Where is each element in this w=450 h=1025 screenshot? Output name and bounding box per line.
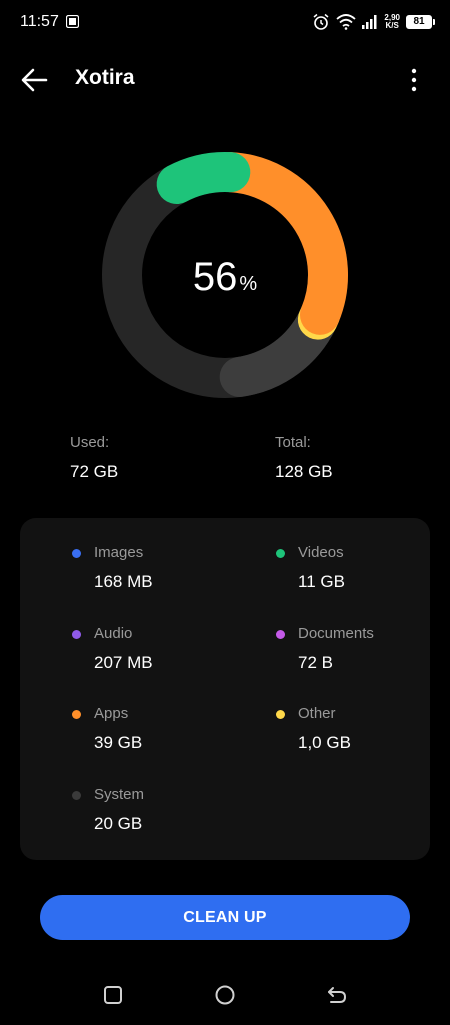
- category-dot: [276, 549, 285, 558]
- app-bar: Xotira: [0, 52, 450, 108]
- alarm-icon: [313, 13, 329, 30]
- used-label: Used:: [70, 434, 110, 451]
- storage-screen: 11:57 2,90 K/S 81 Xotira 56 % Used: 72 G…: [0, 0, 450, 1025]
- category-label: Images: [94, 544, 144, 561]
- used-value: 72 GB: [70, 462, 119, 481]
- category-value: 1,0 GB: [298, 733, 351, 752]
- usage-percent-value: 56: [192, 255, 238, 299]
- category-dot: [72, 710, 81, 719]
- square-icon[interactable]: [100, 982, 126, 1008]
- total-value: 128 GB: [275, 462, 333, 481]
- category-label: System: [94, 786, 145, 803]
- status-bar: 11:57 2,90 K/S 81: [0, 0, 450, 44]
- app-notification-icon: [66, 15, 79, 28]
- battery-indicator: 81: [406, 15, 435, 29]
- category-label: Videos: [298, 544, 344, 561]
- category-dot: [72, 630, 81, 639]
- total-label: Total:: [275, 434, 311, 451]
- category-value: 20 GB: [94, 814, 143, 833]
- category-label: Apps: [94, 705, 129, 722]
- page-title: Xotira: [75, 66, 135, 89]
- category-value: 11 GB: [298, 572, 345, 591]
- category-dot: [276, 630, 285, 639]
- category-value: 207 MB: [94, 653, 153, 672]
- donut-segment-videos: [156, 152, 251, 205]
- category-dot: [72, 791, 81, 800]
- category-label: Other: [298, 705, 336, 722]
- circle-icon[interactable]: [212, 982, 238, 1008]
- category-dot: [276, 710, 285, 719]
- category-value: 39 GB: [94, 733, 143, 752]
- usage-percent-sign: %: [239, 273, 258, 295]
- category-label: Documents: [298, 625, 374, 642]
- usage-percentage: 56%: [100, 255, 350, 300]
- more-vertical-icon[interactable]: [398, 64, 430, 96]
- return-icon[interactable]: [324, 982, 350, 1008]
- network-speed-unit: K/S: [385, 21, 399, 30]
- clean-up-button[interactable]: CLEAN UP: [40, 895, 410, 940]
- wifi-icon: [336, 14, 357, 30]
- category-value: 72 B: [298, 653, 333, 672]
- signal-icon: [362, 15, 377, 29]
- category-dot: [72, 549, 81, 558]
- arrow-left-icon[interactable]: [16, 62, 52, 98]
- status-icons: 2,90 K/S 81: [312, 11, 435, 33]
- status-time: 11:57: [20, 13, 59, 30]
- category-label: Audio: [94, 625, 133, 642]
- system-nav-bar: [0, 970, 450, 1020]
- network-speed: 2,90 K/S: [384, 14, 400, 30]
- category-value: 168 MB: [94, 572, 153, 591]
- category-card: Images 168 MB Videos 11 GB Audio 207 MB …: [20, 518, 430, 860]
